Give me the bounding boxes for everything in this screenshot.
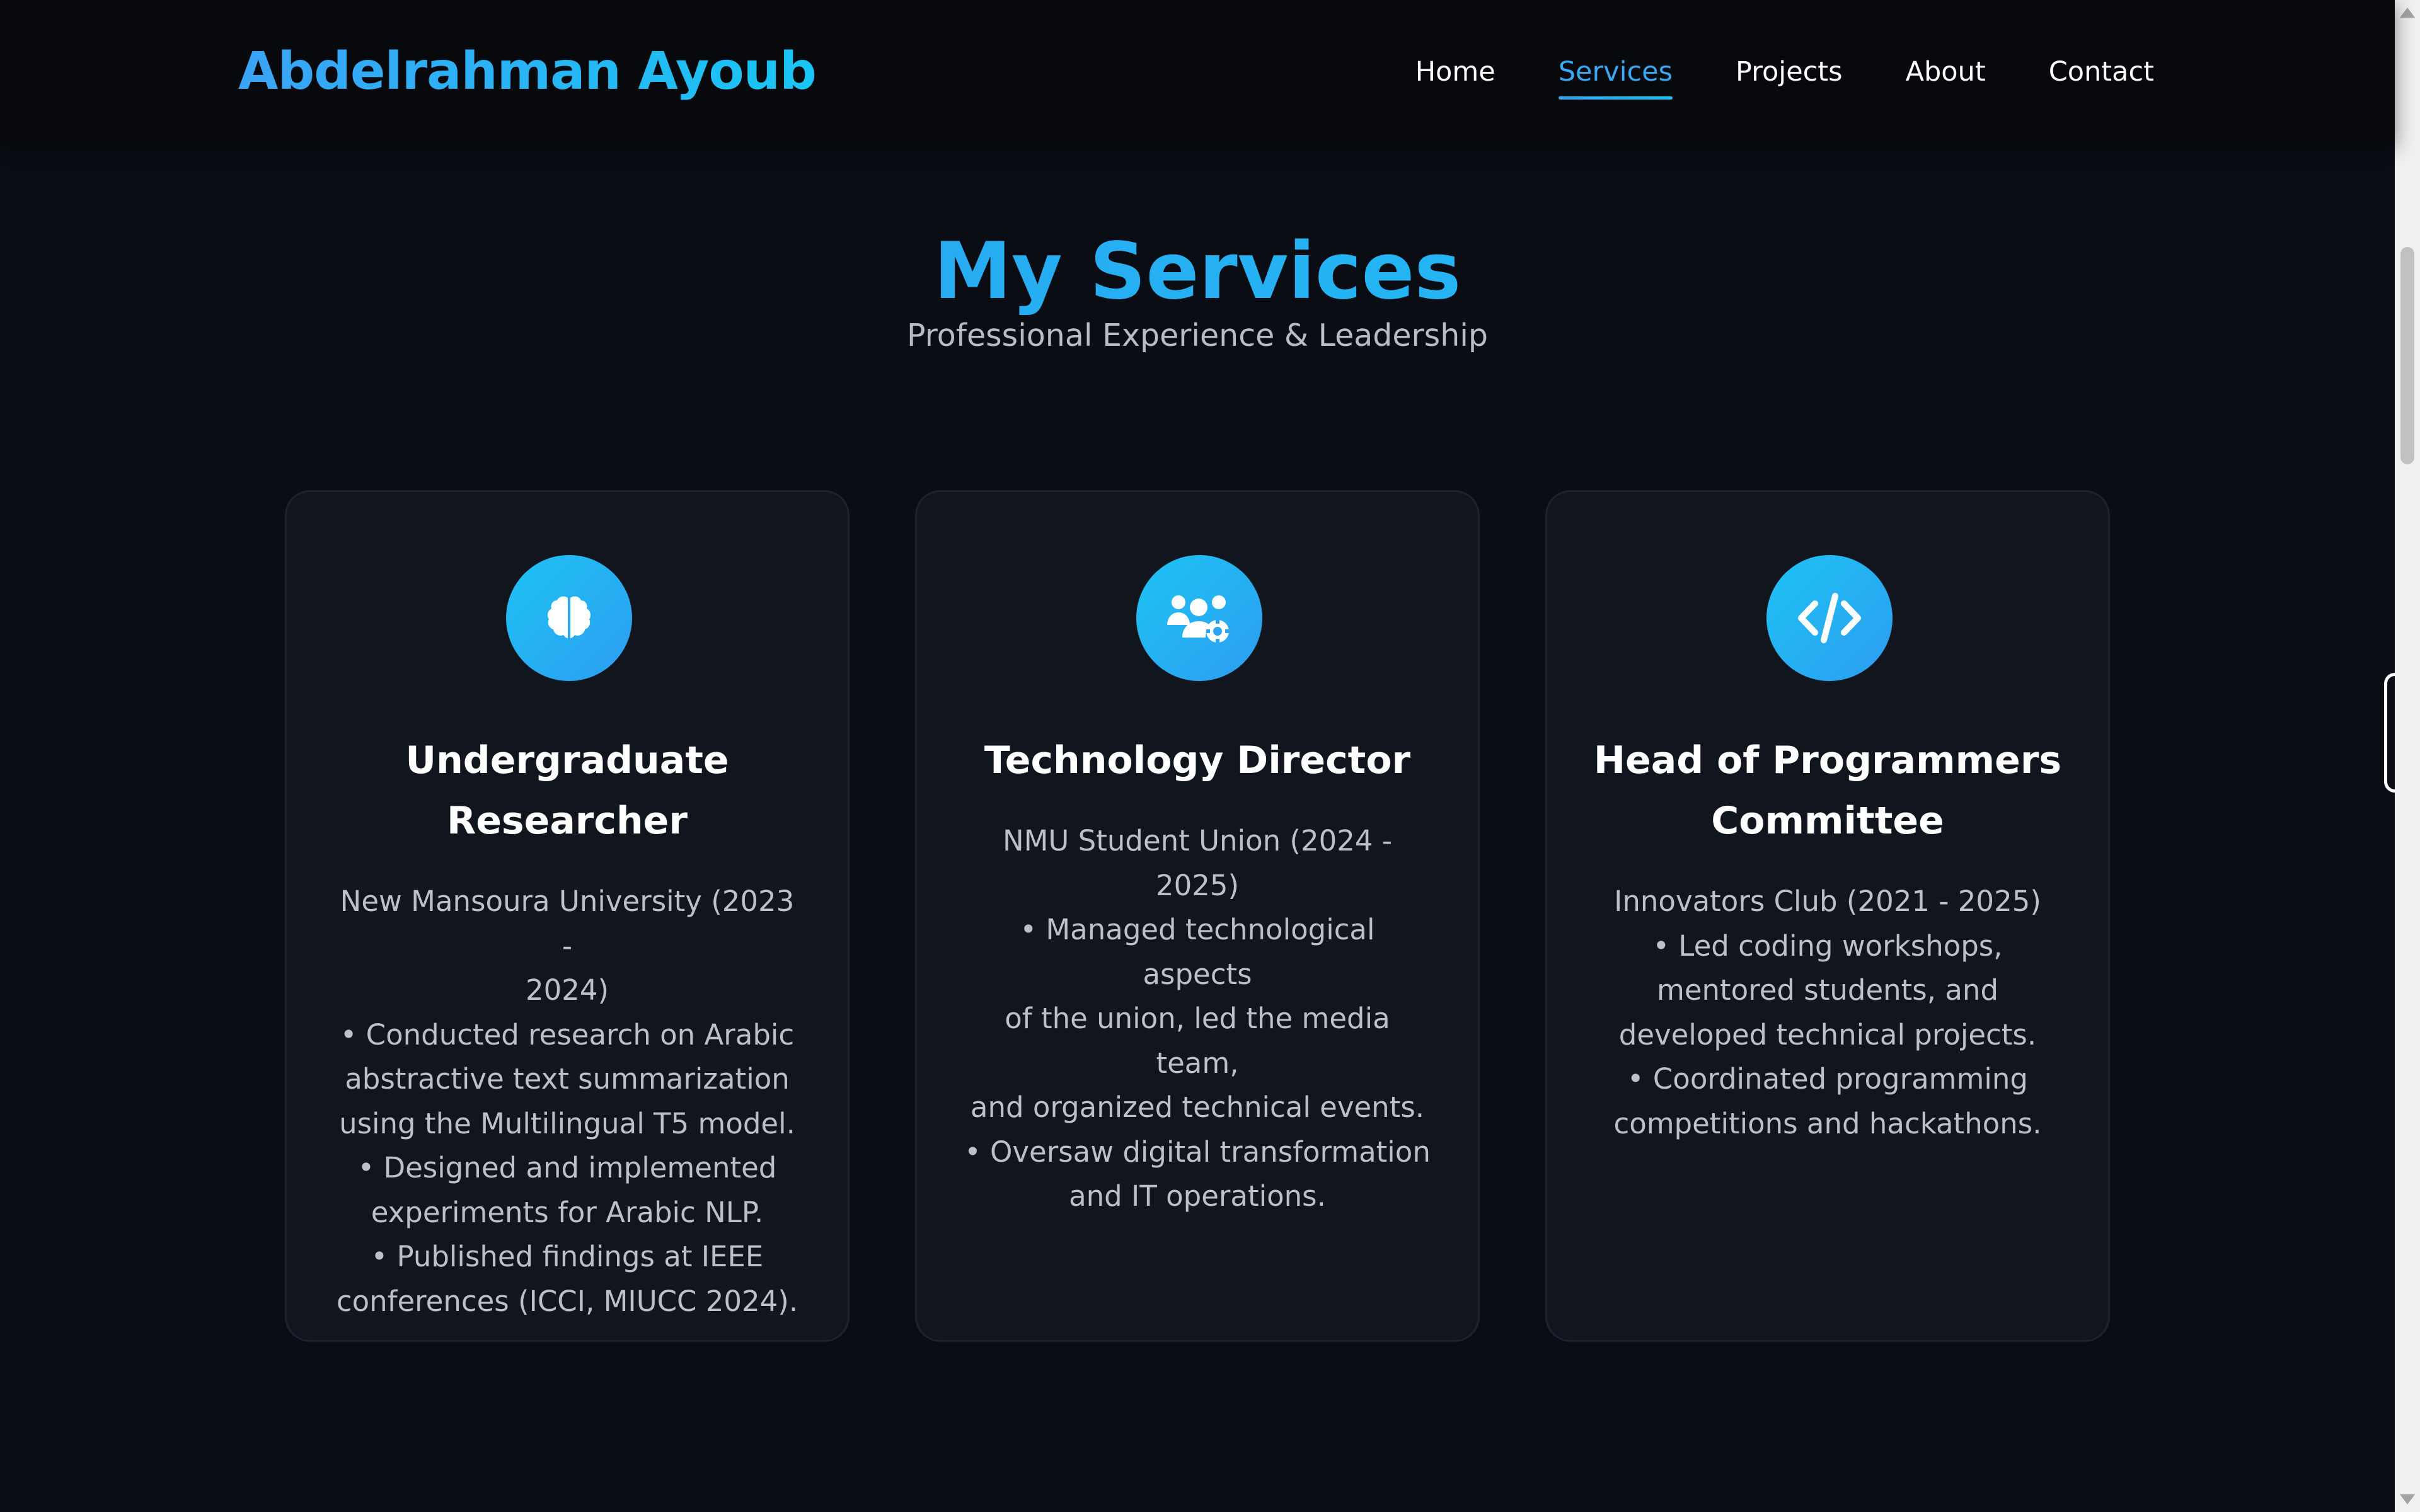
main-nav: Home Services Projects About Contact [1352,52,2154,100]
scroll-down-arrow-icon[interactable] [2400,1494,2415,1504]
section-title: My Services [0,221,2395,322]
card-line: • Designed and implemented [357,1151,777,1184]
service-card-technology-director: Technology Director NMU Student Union (2… [915,490,1480,1342]
card-line: • Managed technological aspects [1020,913,1375,991]
scroll-up-arrow-icon[interactable] [2400,8,2415,18]
page: Abdelrahman Ayoub Home Services Projects… [0,0,2420,1512]
card-title: Head of Programmers Committee [1593,738,2062,843]
card-line: • Coordinated programming [1627,1062,2028,1096]
card-description: Innovators Club (2021 - 2025) • Led codi… [1591,879,2064,1146]
section-subtitle: Professional Experience & Leadership [907,318,1488,353]
card-line: NMU Student Union (2024 - 2025) [1002,824,1393,902]
card-line: • Oversaw digital transformation [964,1135,1431,1169]
card-line: 2024) [525,973,609,1007]
card-description: NMU Student Union (2024 - 2025) • Manage… [961,819,1434,1219]
top-navbar: Abdelrahman Ayoub Home Services Projects… [0,0,2395,144]
code-icon [1766,555,1893,681]
nav-link-projects[interactable]: Projects [1736,52,1843,92]
card-line: • Conducted research on Arabic [340,1017,795,1051]
card-line: mentored students, and [1656,973,1999,1007]
card-title: Undergraduate Researcher [405,738,729,843]
card-line: New Mansoura University (2023 - [340,885,795,963]
card-line: using the Multilingual T5 model. [339,1106,795,1140]
card-line: • Published findings at IEEE [371,1240,764,1273]
card-line: developed technical projects. [1618,1017,2037,1051]
card-line: competitions and hackathons. [1613,1106,2042,1140]
card-line: conferences (ICCI, MIUCC 2024). [336,1284,798,1318]
card-line: and organized technical events. [970,1091,1425,1124]
side-edge-tab[interactable] [2384,673,2395,793]
vertical-scrollbar[interactable] [2395,0,2420,1512]
card-description: New Mansoura University (2023 - 2024) • … [331,879,804,1324]
card-line: and IT operations. [1069,1179,1326,1213]
nav-link-about[interactable]: About [1906,52,1986,92]
brain-icon [506,555,632,681]
nav-link-contact[interactable]: Contact [2049,52,2154,92]
card-line: of the union, led the media team, [1005,1002,1390,1080]
card-title: Technology Director [984,738,1411,782]
service-card-researcher: Undergraduate Researcher New Mansoura Un… [285,490,850,1342]
scrollbar-thumb[interactable] [2400,247,2414,464]
nav-link-services[interactable]: Services [1558,52,1673,100]
card-line: Innovators Club (2021 - 2025) [1614,885,2041,918]
users-gear-icon [1136,555,1262,681]
nav-link-home[interactable]: Home [1415,52,1495,92]
service-card-programmers-committee: Head of Programmers Committee Innovators… [1545,490,2110,1342]
site-logo[interactable]: Abdelrahman Ayoub [238,37,817,107]
card-line: abstractive text summarization [345,1062,790,1096]
card-line: experiments for Arabic NLP. [371,1195,764,1229]
card-line: • Led coding workshops, [1652,929,2003,963]
